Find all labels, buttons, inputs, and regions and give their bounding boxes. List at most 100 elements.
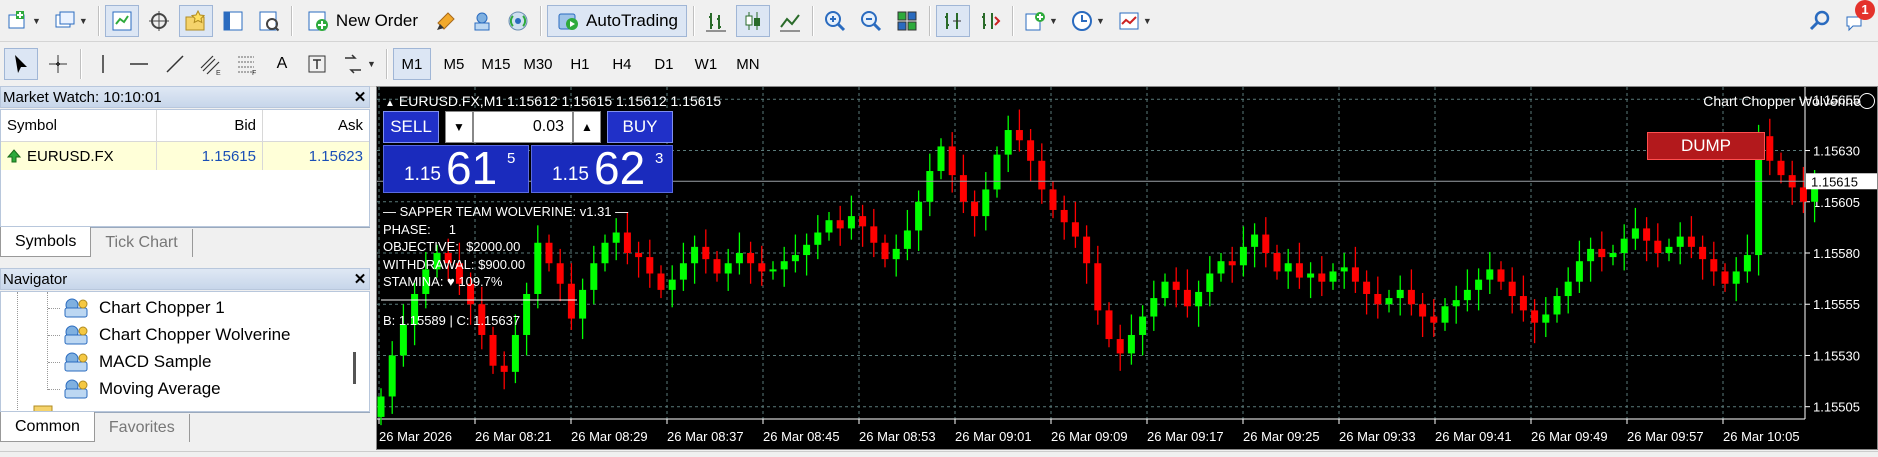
bear-candle-body — [971, 201, 979, 217]
timeframe-m5[interactable]: M5 — [435, 48, 473, 80]
bear-candle-body — [1060, 209, 1068, 223]
tree-line — [47, 292, 48, 390]
line-chart-button[interactable] — [774, 5, 806, 37]
trendline-tool[interactable] — [159, 48, 191, 80]
clock-icon — [1071, 10, 1092, 31]
text-tool[interactable]: A — [267, 48, 297, 80]
tab-favorites[interactable]: Favorites — [95, 414, 190, 442]
bear-candle-body — [1083, 236, 1091, 264]
new-order-button[interactable]: New Order — [298, 5, 426, 37]
tree-branch — [48, 308, 60, 309]
metaeditor-button[interactable] — [430, 5, 462, 37]
toolbar-separator — [80, 49, 81, 79]
equidistant-channel-tool[interactable]: E — [195, 48, 227, 80]
bear-candle-body — [500, 365, 508, 372]
text-label-tool[interactable] — [301, 48, 333, 80]
new-order-label: New Order — [335, 10, 419, 30]
vertical-line-tool[interactable] — [87, 48, 119, 80]
bull-candle-body — [1620, 238, 1628, 253]
dump-button[interactable]: DUMP — [1647, 132, 1765, 160]
navigator-close-icon[interactable]: ✕ — [351, 270, 369, 288]
bear-candle-body — [747, 253, 755, 264]
tab-tick-chart[interactable]: Tick Chart — [91, 229, 193, 257]
volume-increase-icon[interactable]: ▲ — [573, 111, 601, 143]
zoom-out-button[interactable] — [855, 5, 887, 37]
volume-decrease-icon[interactable]: ▼ — [445, 111, 473, 143]
timeframe-m15[interactable]: M15 — [477, 48, 515, 80]
timeframe-m1[interactable]: M1 — [392, 48, 431, 80]
fibonacci-tool[interactable]: F — [231, 48, 263, 80]
tab-symbols[interactable]: Symbols — [0, 227, 92, 257]
x-tick-label: 26 Mar 09:09 — [1051, 429, 1128, 444]
bull-candle-body — [993, 154, 1001, 190]
tester-icon — [259, 11, 280, 31]
data-window-button[interactable] — [143, 5, 175, 37]
notifications-button[interactable]: 1 — [1840, 0, 1875, 37]
bear-candle-body — [646, 257, 654, 274]
buy-price-button[interactable]: 1.15 62 3 — [531, 144, 673, 193]
market-button[interactable] — [466, 5, 498, 37]
market-icon — [474, 12, 490, 30]
navigator-item[interactable]: Chart Chopper 1 — [61, 295, 225, 321]
column-ask[interactable]: Ask — [263, 110, 369, 141]
market-watch-close-icon[interactable]: ✕ — [351, 88, 369, 106]
x-tick-label: 26 Mar 08:53 — [859, 429, 936, 444]
expert-advisor-icon — [64, 298, 88, 318]
bear-candle-body — [657, 273, 665, 290]
zoom-in-button[interactable] — [819, 5, 851, 37]
profiles-button[interactable]: ▼ — [49, 5, 92, 37]
arrows-tool[interactable]: ▼ — [337, 48, 380, 80]
chart-symbol-text: EURUSD.FX,M1 1.15612 1.15615 1.15612 1.1… — [398, 93, 722, 109]
navigator-scrollbar[interactable] — [353, 352, 356, 384]
candlestick-button[interactable] — [736, 4, 771, 37]
horizontal-line-tool[interactable] — [123, 48, 155, 80]
timeframe-h1[interactable]: H1 — [561, 48, 599, 80]
navigator-item[interactable]: MACD Sample — [61, 349, 211, 375]
autoscroll-button[interactable] — [974, 5, 1006, 37]
timeframe-d1[interactable]: D1 — [645, 48, 683, 80]
search-button[interactable] — [1804, 5, 1836, 37]
column-bid[interactable]: Bid — [157, 110, 263, 141]
tile-windows-button[interactable] — [891, 5, 923, 37]
timeframe-m30[interactable]: M30 — [519, 48, 557, 80]
indicators-button[interactable]: ▼ — [1019, 5, 1062, 37]
timeframe-mn[interactable]: MN — [729, 48, 767, 80]
collapse-triangle-icon[interactable]: ▲ — [385, 98, 395, 109]
x-tick-label: 26 Mar 09:25 — [1243, 429, 1320, 444]
strategy-tester-button[interactable] — [253, 5, 285, 37]
symbol-name: EURUSD.FX — [27, 147, 114, 165]
new-chart-button[interactable]: ▼ — [2, 5, 45, 37]
column-symbol[interactable]: Symbol — [1, 110, 157, 141]
timeframe-w1[interactable]: W1 — [687, 48, 725, 80]
buy-button[interactable]: BUY — [607, 111, 673, 143]
autotrading-label: AutoTrading — [586, 10, 679, 30]
market-watch-toggle[interactable] — [104, 4, 139, 37]
templates-button[interactable]: ▼ — [1113, 5, 1156, 37]
bar-chart-button[interactable] — [700, 5, 732, 37]
toolbar-separator — [385, 49, 387, 79]
periods-button[interactable]: ▼ — [1066, 5, 1109, 37]
bear-candle-body — [1799, 187, 1807, 202]
sell-price-button[interactable]: 1.15 61 5 — [383, 144, 529, 193]
bear-candle-body — [1015, 130, 1023, 141]
terminal-button[interactable] — [217, 5, 249, 37]
bear-candle-body — [881, 242, 889, 260]
navigator-item-label: Chart Chopper Wolverine — [99, 325, 291, 344]
crosshair-tool[interactable] — [42, 48, 74, 80]
navigator-item[interactable]: Moving Average — [61, 376, 221, 402]
price-chart[interactable]: 1.15655 1.15630 1.15605 1.15580 1.15555 1.155… — [376, 86, 1878, 450]
volume-input[interactable]: 0.03 — [473, 111, 573, 143]
signals-button[interactable] — [502, 5, 534, 37]
navigator-toggle[interactable] — [178, 4, 213, 37]
bear-candle-body — [1430, 316, 1438, 323]
navigator-item[interactable]: Chart Chopper Wolverine — [61, 322, 291, 348]
table-row[interactable]: EURUSD.FX 1.15615 1.15623 — [1, 142, 369, 170]
cursor-tool[interactable] — [4, 48, 38, 80]
sell-button[interactable]: SELL — [383, 111, 439, 143]
autotrading-button[interactable]: AutoTrading — [547, 4, 688, 37]
tab-common[interactable]: Common — [0, 412, 95, 442]
chart-shift-button[interactable] — [936, 4, 971, 37]
timeframe-h4[interactable]: H4 — [603, 48, 641, 80]
indicators-icon — [1025, 11, 1046, 30]
bull-candle-body — [803, 244, 811, 256]
